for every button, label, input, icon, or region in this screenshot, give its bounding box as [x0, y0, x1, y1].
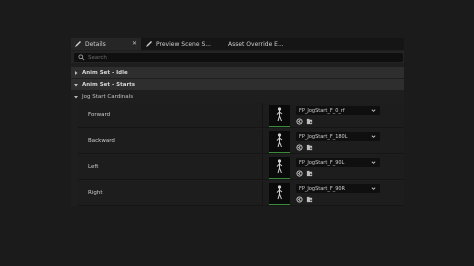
- animation-thumbnail[interactable]: [269, 157, 290, 179]
- property-row-left: Left FP_JogStart_F_90L: [78, 155, 404, 180]
- character-figure-icon: [276, 107, 283, 122]
- chevron-down-icon: [371, 161, 376, 164]
- subcategory-label: Jog Start Cardinals: [82, 93, 134, 100]
- browse-folder-icon[interactable]: [306, 118, 313, 125]
- asset-name: FP_JogStart_F_90R: [299, 185, 346, 192]
- asset-picker-dropdown[interactable]: FP_JogStart_F_90R: [296, 184, 380, 193]
- property-label: Forward: [88, 112, 111, 118]
- tab-asset-override-label: Asset Override E...: [228, 40, 284, 48]
- asset-name: FP_JogStart_F_90L: [299, 159, 345, 166]
- asset-tools: [296, 170, 313, 177]
- animation-thumbnail[interactable]: [269, 105, 290, 127]
- chevron-down-icon: [371, 109, 376, 112]
- property-row-forward: Forward FP_JogStart_F_0_rf: [78, 103, 404, 128]
- tab-preview-scene-label: Preview Scene S...: [156, 40, 211, 48]
- character-figure-icon: [276, 133, 283, 148]
- chevron-down-icon: [74, 95, 78, 98]
- character-figure-icon: [276, 159, 283, 174]
- category-label: Anim Set - Starts: [82, 81, 136, 88]
- category-anim-set-idle[interactable]: Anim Set - Idle: [71, 67, 404, 78]
- asset-picker-dropdown[interactable]: FP_JogStart_F_0_rf: [296, 106, 380, 115]
- property-label: Backward: [88, 138, 115, 144]
- chevron-down-icon: [74, 83, 78, 86]
- asset-tools: [296, 118, 313, 125]
- search-placeholder: Search: [88, 54, 107, 61]
- subcategory-jog-start-cardinals[interactable]: Jog Start Cardinals: [71, 91, 404, 102]
- column-divider[interactable]: [262, 129, 263, 153]
- property-label: Left: [88, 164, 99, 170]
- pencil-icon: [75, 41, 81, 47]
- tab-asset-override[interactable]: Asset Override E...: [223, 38, 303, 50]
- asset-tools: [296, 144, 313, 151]
- chevron-down-icon: [371, 187, 376, 190]
- category-label: Anim Set - Idle: [82, 69, 128, 76]
- asset-picker-dropdown[interactable]: FP_JogStart_F_90L: [296, 158, 380, 167]
- column-divider[interactable]: [262, 181, 263, 205]
- animation-thumbnail[interactable]: [269, 131, 290, 153]
- asset-name: FP_JogStart_F_180L: [299, 133, 348, 140]
- browse-folder-icon[interactable]: [306, 196, 313, 203]
- use-selected-icon[interactable]: [296, 118, 303, 125]
- animation-thumbnail[interactable]: [269, 183, 290, 205]
- tab-preview-scene[interactable]: Preview Scene S...: [142, 38, 222, 50]
- use-selected-icon[interactable]: [296, 144, 303, 151]
- tab-details[interactable]: Details ✕: [71, 38, 141, 50]
- close-icon[interactable]: ✕: [132, 40, 137, 47]
- browse-folder-icon[interactable]: [306, 144, 313, 151]
- tab-details-label: Details: [85, 40, 106, 48]
- column-divider[interactable]: [262, 155, 263, 179]
- search-icon: [78, 54, 85, 61]
- tab-bar: Details ✕ Preview Scene S... Asset Overr…: [71, 38, 404, 50]
- category-anim-set-starts[interactable]: Anim Set - Starts: [71, 79, 404, 90]
- asset-picker-dropdown[interactable]: FP_JogStart_F_180L: [296, 132, 380, 141]
- property-row-right: Right FP_JogStart_F_90R: [78, 181, 404, 206]
- search-row: Search: [71, 51, 404, 63]
- details-panel: Details ✕ Preview Scene S... Asset Overr…: [71, 38, 404, 206]
- use-selected-icon[interactable]: [296, 170, 303, 177]
- column-divider[interactable]: [262, 103, 263, 127]
- property-row-backward: Backward FP_JogStart_F_180L: [78, 129, 404, 154]
- character-figure-icon: [276, 185, 283, 200]
- search-input[interactable]: Search: [74, 53, 403, 62]
- chevron-down-icon: [371, 135, 376, 138]
- asset-tools: [296, 196, 313, 203]
- chevron-right-icon: [75, 70, 78, 75]
- pencil-icon: [146, 41, 152, 47]
- browse-folder-icon[interactable]: [306, 170, 313, 177]
- property-label: Right: [88, 190, 103, 196]
- asset-name: FP_JogStart_F_0_rf: [299, 107, 345, 114]
- use-selected-icon[interactable]: [296, 196, 303, 203]
